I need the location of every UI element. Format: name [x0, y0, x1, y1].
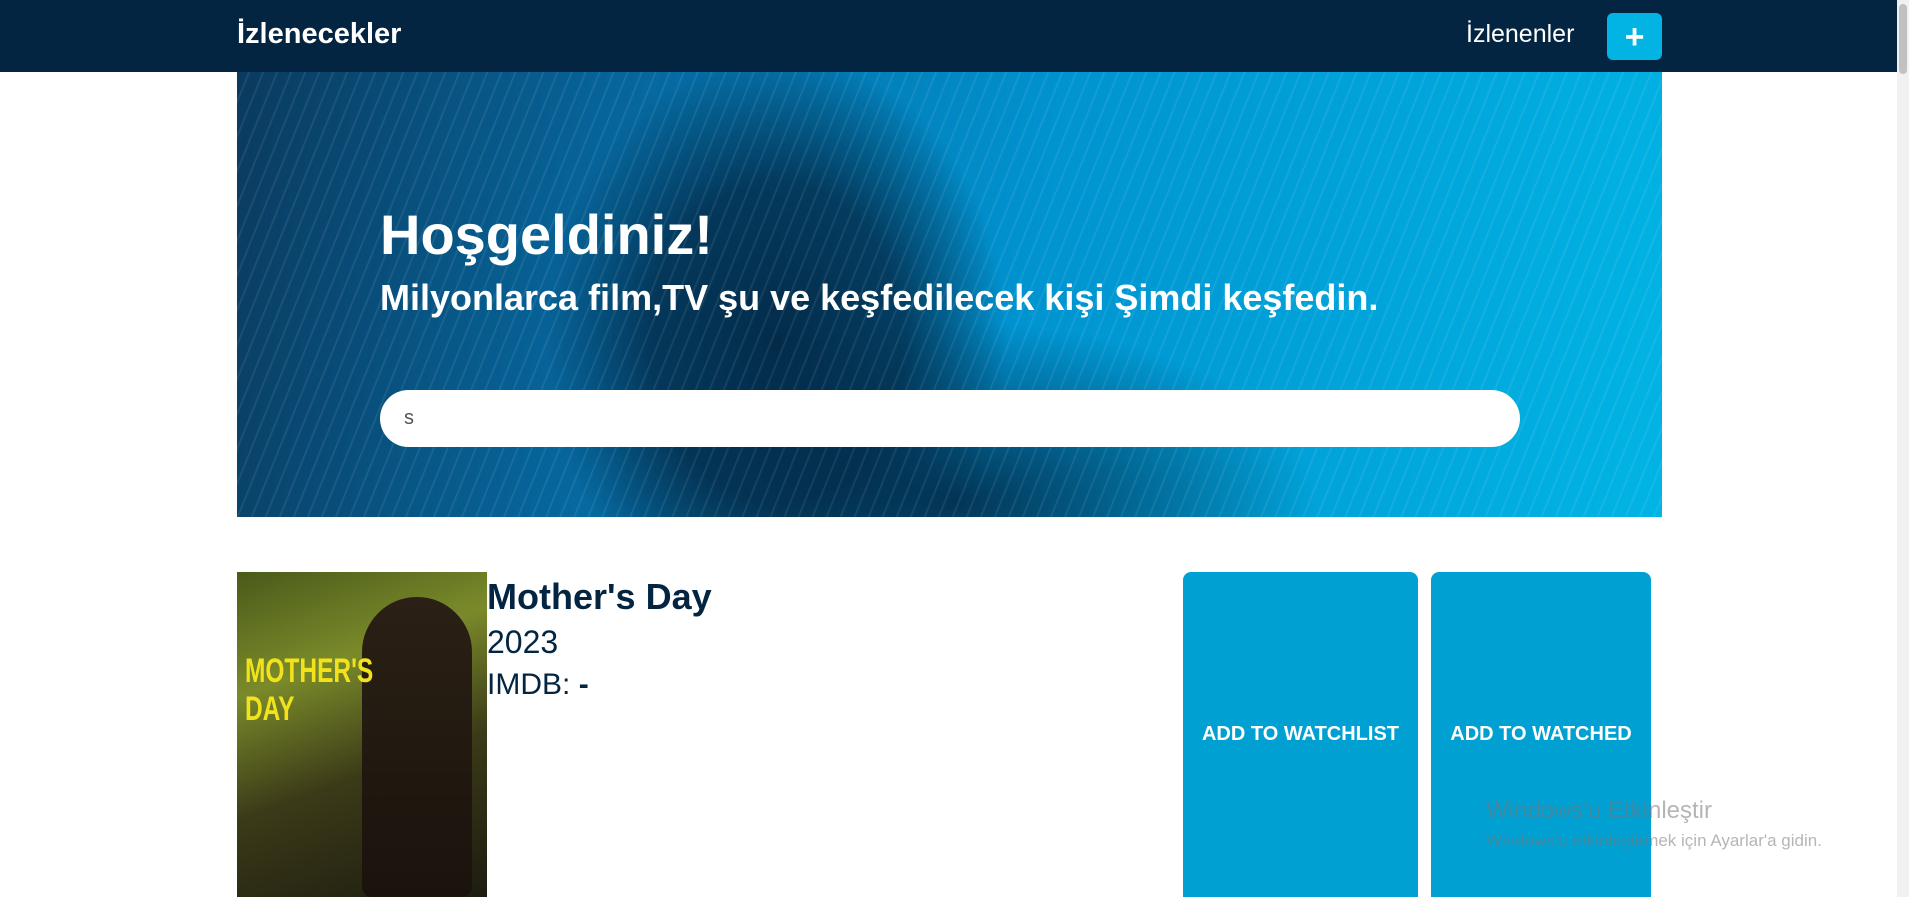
movie-poster[interactable]: MOTHER'S DAY [237, 572, 487, 897]
movie-title: Mother's Day [487, 576, 712, 617]
windows-activation-watermark: Windows'u Etkinleştir Windows'u etkinleş… [1486, 797, 1822, 851]
page-scrollbar[interactable] [1897, 0, 1909, 897]
hero-subtitle: Milyonlarca film,TV şu ve keşfedilecek k… [380, 277, 1379, 318]
poster-title-text: MOTHER'S DAY [245, 652, 374, 728]
add-to-watchlist-button[interactable]: ADD TO WATCHLIST [1183, 572, 1418, 897]
movie-year: 2023 [487, 624, 559, 660]
hero-banner: Hoşgeldiniz! Milyonlarca film,TV şu ve k… [237, 72, 1662, 517]
search-input[interactable] [380, 390, 1520, 447]
windows-activation-subtitle: Windows'u etkinleştirmek için Ayarlar'a … [1486, 831, 1822, 850]
scrollbar-thumb[interactable] [1899, 4, 1907, 74]
watched-nav-link[interactable]: İzlenenler [1466, 20, 1574, 49]
imdb-label: IMDB: [487, 668, 571, 701]
add-button[interactable]: + [1607, 13, 1662, 60]
movie-imdb: IMDB: - [487, 668, 589, 702]
windows-activation-title: Windows'u Etkinleştir [1486, 797, 1712, 824]
navbar: İzlenecekler İzlenenler + [0, 0, 1909, 72]
imdb-value: - [578, 668, 589, 701]
movie-result: MOTHER'S DAY Mother's Day 2023 IMDB: - A… [237, 572, 1662, 897]
hero-title: Hoşgeldiniz! [380, 203, 713, 266]
brand-logo[interactable]: İzlenecekler [237, 18, 401, 51]
poster-figure [362, 597, 472, 897]
plus-icon: + [1624, 17, 1645, 56]
